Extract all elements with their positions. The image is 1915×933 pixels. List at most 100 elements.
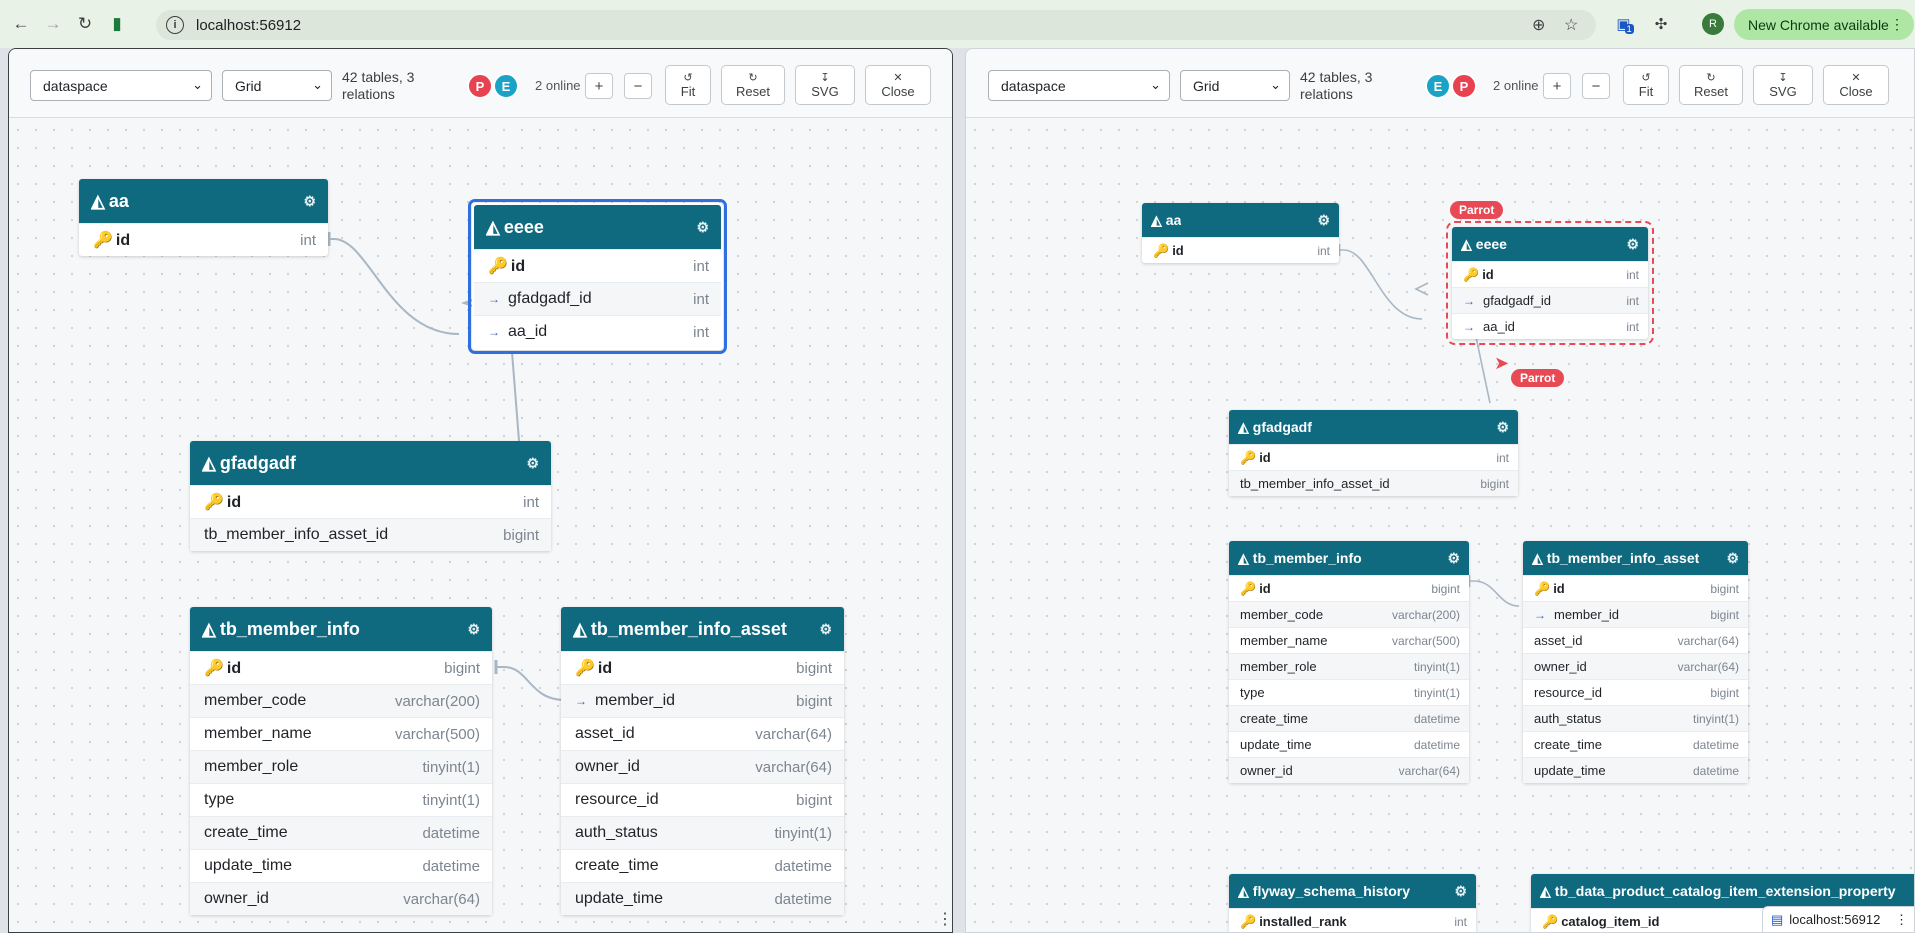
table-row[interactable]: auth_status tinyint(1) bbox=[561, 816, 844, 849]
layout-select[interactable]: Grid ⌄ bbox=[222, 70, 332, 101]
gear-icon[interactable]: ⚙ bbox=[303, 193, 316, 210]
table-header[interactable]: ◭ tb_member_info_asset ⚙ bbox=[1523, 541, 1748, 575]
table-eeee[interactable]: ◭ eeee ⚙ 🔑 id int → gfadgadf_id int → aa_id int bbox=[1446, 221, 1654, 345]
table-row[interactable]: owner_id varchar(64) bbox=[190, 882, 492, 915]
table-row[interactable]: 🔑 id int bbox=[1229, 444, 1518, 470]
table-row[interactable]: owner_id varchar(64) bbox=[561, 750, 844, 783]
table-row[interactable]: update_time datetime bbox=[561, 882, 844, 915]
table-row[interactable]: member_name varchar(500) bbox=[190, 717, 492, 750]
table-row[interactable]: 🔑 id bigint bbox=[561, 651, 844, 684]
zoom-in-button[interactable]: + bbox=[585, 73, 613, 99]
gear-icon[interactable]: ⚙ bbox=[1626, 236, 1639, 253]
table-row[interactable]: update_time datetime bbox=[190, 849, 492, 882]
table-tb-member-info-asset[interactable]: ◭ tb_member_info_asset ⚙ 🔑 id bigint → member… bbox=[561, 607, 844, 915]
table-tb-member-info-asset[interactable]: ◭ tb_member_info_asset ⚙ 🔑 id bigint → member… bbox=[1523, 541, 1748, 783]
zoom-out-button[interactable]: − bbox=[624, 73, 652, 99]
table-row[interactable]: 🔑 id bigint bbox=[1229, 575, 1469, 601]
gear-icon[interactable]: ⚙ bbox=[1496, 419, 1509, 436]
table-row[interactable]: 🔑 id int bbox=[474, 249, 721, 282]
table-tb-member-info[interactable]: ◭ tb_member_info ⚙ 🔑 id bigint member_code va… bbox=[1229, 541, 1469, 783]
table-header[interactable]: ◭ eeee ⚙ bbox=[474, 205, 721, 249]
table-row[interactable]: tb_member_info_asset_id bigint bbox=[1229, 470, 1518, 496]
table-row[interactable]: member_name varchar(500) bbox=[1229, 627, 1469, 653]
table-row[interactable]: create_time datetime bbox=[190, 816, 492, 849]
table-row[interactable]: → aa_id int bbox=[1452, 313, 1648, 339]
table-row[interactable]: asset_id varchar(64) bbox=[1523, 627, 1748, 653]
table-row[interactable]: tb_member_info_asset_id bigint bbox=[190, 518, 551, 551]
svg-export-button[interactable]: ↧ SVG bbox=[1753, 65, 1813, 105]
zoom-in-button[interactable]: + bbox=[1543, 73, 1571, 99]
diagram-pane-left[interactable]: dataspace ⌄ Grid ⌄ 42 tables, 3 relations … bbox=[8, 48, 953, 933]
forward-icon[interactable]: → bbox=[40, 11, 66, 37]
gear-icon[interactable]: ⚙ bbox=[526, 455, 539, 472]
table-header[interactable]: ◭ flyway_schema_history ⚙ bbox=[1229, 874, 1476, 908]
close-button[interactable]: ✕ Close bbox=[1823, 65, 1889, 105]
table-aa[interactable]: ◭ aa ⚙ 🔑 id int bbox=[1142, 203, 1339, 263]
table-row[interactable]: create_time datetime bbox=[561, 849, 844, 882]
table-row[interactable]: update_time datetime bbox=[1229, 731, 1469, 757]
table-row[interactable]: → gfadgadf_id int bbox=[1452, 287, 1648, 313]
gear-icon[interactable]: ⚙ bbox=[1454, 883, 1467, 900]
zoom-out-button[interactable]: − bbox=[1582, 73, 1610, 99]
gear-icon[interactable]: ⚙ bbox=[1317, 212, 1330, 229]
table-header[interactable]: ◭ gfadgadf ⚙ bbox=[1229, 410, 1518, 444]
table-eeee[interactable]: ◭ eeee ⚙ 🔑 id int → gfadgadf_id int → aa_id int bbox=[468, 199, 727, 354]
table-gfadgadf[interactable]: ◭ gfadgadf ⚙ 🔑 id int tb_member_info_asset_i… bbox=[1229, 410, 1518, 496]
table-row[interactable]: update_time datetime bbox=[1523, 757, 1748, 783]
site-info-icon[interactable]: i bbox=[166, 16, 184, 34]
puzzle-extensions-icon[interactable]: ✣ bbox=[1650, 13, 1672, 35]
table-gfadgadf[interactable]: ◭ gfadgadf ⚙ 🔑 id int tb_member_info_asset_i… bbox=[190, 441, 551, 551]
table-header[interactable]: ◭ aa ⚙ bbox=[1142, 203, 1339, 237]
bookmark-star-icon[interactable]: ☆ bbox=[1564, 15, 1578, 35]
table-row[interactable]: 🔑 id int bbox=[79, 223, 328, 256]
reset-button[interactable]: ↻ Reset bbox=[721, 65, 785, 105]
table-row[interactable]: 🔑 id bigint bbox=[190, 651, 492, 684]
close-button[interactable]: ✕ Close bbox=[865, 65, 931, 105]
reload-icon[interactable]: ↻ bbox=[72, 11, 98, 37]
fit-button[interactable]: ↺ Fit bbox=[1623, 65, 1669, 105]
new-chrome-button[interactable]: New Chrome available ⋮ bbox=[1734, 9, 1914, 40]
table-row[interactable]: 🔑 installed_rank int bbox=[1229, 908, 1476, 932]
table-row[interactable]: owner_id varchar(64) bbox=[1229, 757, 1469, 783]
gear-icon[interactable]: ⚙ bbox=[467, 621, 480, 638]
table-aa[interactable]: ◭ aa ⚙ 🔑 id int bbox=[79, 179, 328, 256]
schema-select[interactable]: dataspace ⌄ bbox=[30, 70, 212, 101]
zoom-icon[interactable]: ⊕ bbox=[1532, 15, 1545, 35]
table-header[interactable]: ◭ aa ⚙ bbox=[79, 179, 328, 223]
side-panel-icon[interactable]: ▮ bbox=[104, 11, 130, 37]
table-row[interactable]: member_role tinyint(1) bbox=[190, 750, 492, 783]
table-row[interactable]: → member_id bigint bbox=[561, 684, 844, 717]
table-row[interactable]: member_role tinyint(1) bbox=[1229, 653, 1469, 679]
table-row[interactable]: 🔑 id int bbox=[1452, 261, 1648, 287]
table-row[interactable]: type tinyint(1) bbox=[1229, 679, 1469, 705]
table-header[interactable]: ◭ eeee ⚙ bbox=[1452, 227, 1648, 261]
table-row[interactable]: resource_id bigint bbox=[561, 783, 844, 816]
gear-icon[interactable]: ⚙ bbox=[1726, 550, 1739, 567]
table-row[interactable]: auth_status tinyint(1) bbox=[1523, 705, 1748, 731]
table-row[interactable]: create_time datetime bbox=[1229, 705, 1469, 731]
table-row[interactable]: 🔑 id int bbox=[1142, 237, 1339, 263]
table-row[interactable]: 🔑 id bigint bbox=[1523, 575, 1748, 601]
gear-icon[interactable]: ⚙ bbox=[696, 219, 709, 236]
table-row[interactable]: → aa_id int bbox=[474, 315, 721, 348]
table-row[interactable]: asset_id varchar(64) bbox=[561, 717, 844, 750]
more-options-icon[interactable]: ⋮ bbox=[937, 909, 952, 929]
table-flyway-schema-history[interactable]: ◭ flyway_schema_history ⚙ 🔑 installed_rank i… bbox=[1229, 874, 1476, 932]
extension-icon[interactable]: ▣ 1 bbox=[1614, 13, 1636, 35]
reset-button[interactable]: ↻ Reset bbox=[1679, 65, 1743, 105]
svg-export-button[interactable]: ↧ SVG bbox=[795, 65, 855, 105]
table-header[interactable]: ◭ tb_data_product_catalog_item_extension_… bbox=[1531, 874, 1914, 908]
more-icon[interactable]: ⋮ bbox=[1895, 912, 1908, 928]
table-row[interactable]: 🔑 id int bbox=[190, 485, 551, 518]
table-header[interactable]: ◭ tb_member_info ⚙ bbox=[190, 607, 492, 651]
table-row[interactable]: member_code varchar(200) bbox=[1229, 601, 1469, 627]
table-tb-member-info[interactable]: ◭ tb_member_info ⚙ 🔑 id bigint member_code va… bbox=[190, 607, 492, 915]
table-row[interactable]: type tinyint(1) bbox=[190, 783, 492, 816]
diagram-pane-right[interactable]: dataspace ⌄ Grid ⌄ 42 tables, 3 relations … bbox=[965, 48, 1915, 933]
fit-button[interactable]: ↺ Fit bbox=[665, 65, 711, 105]
profile-avatar[interactable]: R bbox=[1702, 13, 1724, 35]
table-row[interactable]: → gfadgadf_id int bbox=[474, 282, 721, 315]
table-row[interactable]: create_time datetime bbox=[1523, 731, 1748, 757]
address-bar[interactable]: i localhost:56912 ⊕ ☆ bbox=[156, 10, 1596, 40]
gear-icon[interactable]: ⚙ bbox=[819, 621, 832, 638]
